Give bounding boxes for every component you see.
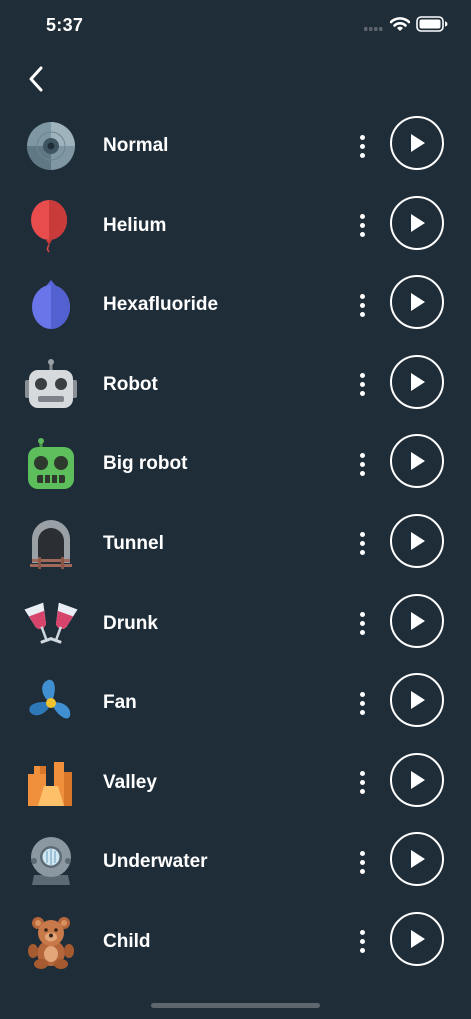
status-bar: 5:37 bbox=[0, 0, 471, 52]
play-icon bbox=[411, 213, 425, 232]
list-item: Robot bbox=[0, 344, 471, 424]
play-button[interactable] bbox=[390, 752, 444, 807]
chevron-left-icon bbox=[29, 66, 43, 92]
diving-helmet-icon bbox=[31, 837, 71, 886]
disc-icon bbox=[27, 122, 75, 170]
wine-glasses-icon bbox=[24, 602, 78, 644]
play-button[interactable] bbox=[390, 673, 444, 728]
fan-icon bbox=[29, 679, 71, 719]
list-item: Big robot bbox=[0, 423, 471, 503]
effect-label: Hexafluoride bbox=[103, 294, 219, 316]
play-icon bbox=[411, 929, 425, 948]
voice-effects-list: Normal Helium Hexafluoride Robot Big rob… bbox=[0, 105, 471, 981]
more-options-button[interactable] bbox=[350, 447, 374, 481]
teddy-bear-icon bbox=[28, 916, 74, 969]
more-options-button[interactable] bbox=[350, 527, 374, 561]
play-button[interactable] bbox=[390, 593, 444, 648]
list-item: Tunnel bbox=[0, 503, 471, 583]
play-icon bbox=[411, 452, 425, 471]
play-button[interactable] bbox=[390, 434, 444, 489]
effect-label: Child bbox=[103, 930, 151, 952]
list-item: Underwater bbox=[0, 821, 471, 901]
play-icon bbox=[411, 850, 425, 869]
effect-label: Drunk bbox=[103, 612, 158, 634]
more-options-button[interactable] bbox=[350, 209, 374, 243]
list-item: Drunk bbox=[0, 583, 471, 663]
more-options-button[interactable] bbox=[350, 766, 374, 800]
battery-icon bbox=[416, 16, 448, 32]
play-icon bbox=[411, 531, 425, 550]
effect-label: Tunnel bbox=[103, 532, 164, 554]
effect-label: Robot bbox=[103, 373, 158, 395]
more-options-button[interactable] bbox=[350, 288, 374, 322]
play-button[interactable] bbox=[390, 195, 444, 250]
status-time: 5:37 bbox=[46, 15, 84, 35]
play-button[interactable] bbox=[390, 354, 444, 409]
play-icon bbox=[411, 611, 425, 630]
play-icon bbox=[411, 770, 425, 789]
green-robot-icon bbox=[28, 438, 74, 490]
more-options-button[interactable] bbox=[350, 925, 374, 959]
effect-label: Helium bbox=[103, 214, 167, 236]
red-balloon-icon bbox=[31, 199, 67, 253]
home-indicator[interactable] bbox=[151, 1003, 320, 1008]
list-item: Valley bbox=[0, 742, 471, 822]
effect-label: Fan bbox=[103, 692, 137, 714]
more-options-button[interactable] bbox=[350, 845, 374, 879]
robot-icon bbox=[25, 358, 77, 408]
list-item: Hexafluoride bbox=[0, 264, 471, 344]
effect-label: Underwater bbox=[103, 851, 208, 873]
play-button[interactable] bbox=[390, 116, 444, 170]
more-options-button[interactable] bbox=[350, 368, 374, 402]
list-item: Normal bbox=[0, 105, 471, 185]
play-icon bbox=[411, 372, 425, 391]
effect-label: Big robot bbox=[103, 453, 188, 475]
signal-icon bbox=[364, 27, 383, 31]
list-item: Child bbox=[0, 901, 471, 981]
tunnel-icon bbox=[30, 519, 72, 569]
valley-icon bbox=[28, 761, 72, 806]
play-icon bbox=[411, 134, 425, 152]
play-button[interactable] bbox=[390, 275, 444, 330]
play-button[interactable] bbox=[390, 832, 444, 887]
effect-label: Normal bbox=[103, 135, 169, 156]
list-item: Helium bbox=[0, 185, 471, 265]
play-button[interactable] bbox=[390, 513, 444, 568]
blue-balloon-icon bbox=[32, 280, 70, 330]
play-icon bbox=[411, 691, 425, 710]
play-button[interactable] bbox=[390, 911, 444, 966]
back-button[interactable] bbox=[20, 62, 52, 96]
list-item: Fan bbox=[0, 662, 471, 742]
more-options-button[interactable] bbox=[350, 686, 374, 720]
wifi-icon bbox=[390, 17, 410, 31]
more-options-button[interactable] bbox=[350, 607, 374, 641]
effect-label: Valley bbox=[103, 771, 157, 793]
play-icon bbox=[411, 293, 425, 312]
more-options-button[interactable] bbox=[350, 129, 374, 163]
